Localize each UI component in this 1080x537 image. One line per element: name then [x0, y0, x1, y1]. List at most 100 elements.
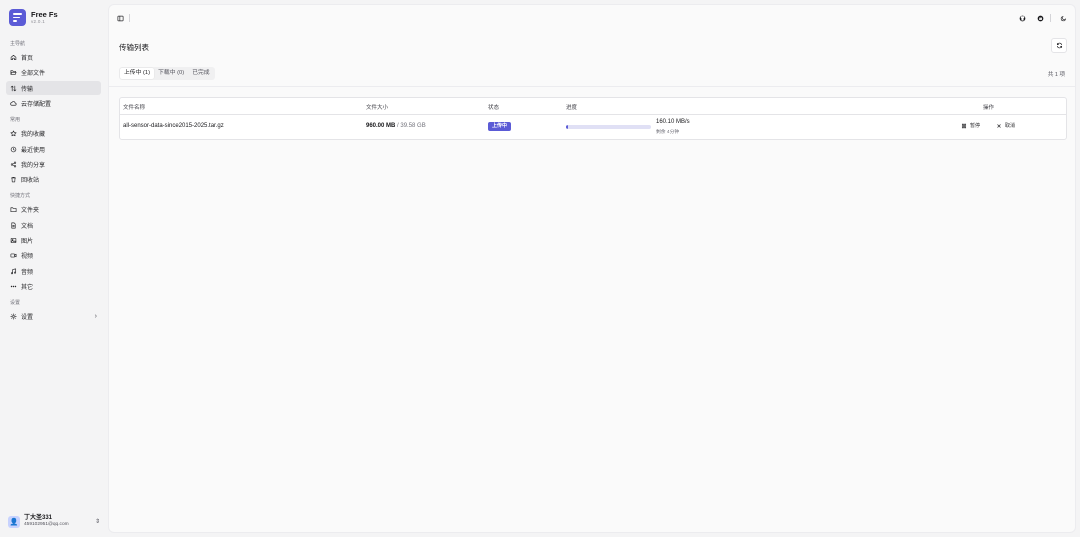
tab[interactable]: 下载中 (0) [154, 68, 188, 79]
gitee-icon [1037, 15, 1043, 21]
star-icon [10, 130, 17, 137]
sidebar-item-label: 其它 [21, 284, 34, 291]
main-panel: 传输列表 上传中 (1) 下载中 (0) 已完成 共 1 项 文件名称 文件大小 状… [108, 4, 1076, 533]
sidebar-item[interactable]: 文件夹 [6, 203, 101, 217]
sidebar-item-label: 视频 [21, 254, 34, 261]
sidebar-item-label: 首页 [21, 56, 34, 63]
nav-group-title: 常用 [10, 117, 21, 124]
folder-icon [10, 207, 17, 213]
chevrons-updown-icon: ⇕ [94, 519, 100, 525]
column-header-progress: 进度 [566, 105, 578, 111]
sidebar-item-label: 全部文件 [21, 71, 46, 78]
sidebar-item[interactable]: 我的收藏 [6, 127, 101, 141]
user-email: 459102951@qq.com [24, 522, 69, 527]
document-icon [11, 222, 16, 229]
sidebar-item-label: 文件夹 [21, 208, 40, 215]
total-size: 39.58 GB [400, 123, 426, 129]
nav-group: 设置 设置 › [6, 299, 101, 323]
sidebar-item[interactable]: 回收站 [6, 173, 101, 187]
chevron-right-icon: › [94, 313, 97, 321]
column-header-status: 状态 [488, 105, 500, 111]
divider [109, 86, 1075, 87]
brand[interactable]: Free Fs v2.0.1 [6, 8, 101, 34]
moon-icon [1060, 15, 1066, 21]
sidebar-item[interactable]: 音频 [6, 264, 101, 278]
pause-button[interactable]: 暂停 [961, 122, 980, 129]
gitee-button[interactable] [1036, 14, 1044, 22]
nav-group-title: 主导航 [10, 41, 26, 47]
sidebar-item[interactable]: 云存储配置 [6, 97, 101, 111]
nav-group-title: 设置 [10, 300, 21, 307]
sidebar-item-label: 回收站 [21, 178, 40, 185]
toolbar-divider [129, 14, 130, 22]
nav-group: 常用我的收藏最近使用我的分享回收站 [6, 116, 101, 186]
music-icon [10, 268, 17, 274]
column-header-ops: 操作 [983, 105, 995, 111]
user-menu[interactable]: 👤 丁大圣331 459102951@qq.com ⇕ [8, 515, 100, 528]
sidebar-item[interactable]: 我的分享 [6, 158, 101, 172]
sidebar-item-label: 我的收藏 [21, 132, 46, 139]
sidebar-item-label: 设置 [21, 315, 34, 322]
progress-fill [566, 125, 569, 129]
sidebar-item[interactable]: 传输 [6, 81, 101, 95]
transfer-tabs: 上传中 (1) 下载中 (0) 已完成 [119, 67, 215, 80]
more-icon [10, 285, 17, 288]
refresh-button[interactable] [1051, 38, 1067, 53]
file-size: 960.00 MB / 39.58 GB [366, 123, 426, 129]
status-badge: 上传中 [488, 122, 512, 131]
panel-left-icon [117, 15, 123, 21]
github-button[interactable] [1018, 14, 1026, 22]
clock-icon [10, 146, 17, 152]
brand-version: v2.0.1 [31, 19, 46, 24]
column-header-size: 文件大小 [366, 105, 389, 111]
nav-group: 主导航首页全部文件传输云存储配置 [6, 40, 101, 110]
column-header-name: 文件名称 [123, 105, 146, 111]
sidebar-item-label: 图片 [21, 239, 34, 246]
sidebar-item[interactable]: 最近使用 [6, 142, 101, 156]
home-icon [10, 55, 17, 61]
sidebar-item[interactable]: 图片 [6, 234, 101, 248]
tab[interactable]: 已完成 [188, 68, 213, 79]
pause-label: 暂停 [970, 123, 981, 129]
avatar: 👤 [8, 515, 20, 528]
toolbar-divider [1050, 14, 1051, 22]
github-icon [1019, 15, 1025, 21]
progress-bar [566, 125, 651, 129]
cloud-icon [10, 101, 17, 106]
sidebar-item[interactable]: 首页 [6, 51, 101, 65]
sidebar-item[interactable]: 全部文件 [6, 66, 101, 80]
sidebar-nav: 主导航 首页 全部文件 传输 云存储配置 常用 我的收藏 最近使用 我的分享 回收站 快捷方式 文件夹… [6, 40, 101, 323]
logo-icon [9, 9, 26, 26]
page-title: 传输列表 [119, 43, 149, 52]
share-icon [10, 161, 17, 168]
sidebar-item[interactable]: 其它 [6, 280, 101, 294]
sidebar-item[interactable]: 文档 [6, 218, 101, 232]
user-name: 丁大圣331 [24, 515, 53, 521]
transfer-icon [10, 85, 17, 91]
folder-open-icon [10, 70, 17, 76]
sidebar-item-label: 我的分享 [21, 162, 46, 169]
trash-icon [10, 177, 17, 183]
tab[interactable]: 上传中 (1) [120, 68, 155, 79]
sidebar-item[interactable]: 视频 [6, 249, 101, 263]
nav-group: 快捷方式 文件夹 文档 图片 视频 音频 其它 [6, 192, 101, 293]
transfer-speed: 160.10 MB/s [656, 119, 690, 125]
table-header: 文件名称 文件大小 状态 进度 操作 [120, 98, 1066, 115]
brand-name: Free Fs [31, 10, 58, 19]
theme-toggle-button[interactable] [1059, 14, 1067, 22]
app-root: Free Fs v2.0.1 主导航首页全部文件传输云存储配置常用我的收藏最近使… [0, 0, 1080, 537]
image-icon [10, 238, 17, 244]
video-icon [10, 253, 17, 258]
sidebar-item[interactable]: 设置 › [6, 310, 101, 324]
cancel-button[interactable]: 取消 [996, 122, 1015, 129]
topbar [109, 5, 1075, 31]
uploaded-size: 960.00 MB [366, 123, 396, 129]
sidebar-toggle-button[interactable] [116, 14, 124, 22]
sidebar-item-label: 云存储配置 [21, 101, 52, 108]
sidebar-item-label: 音频 [21, 269, 34, 276]
table-row: all-sensor-data-since2015-2025.tar.gz 96… [120, 115, 1066, 139]
sidebar-item-label: 文档 [21, 223, 34, 230]
gear-icon [10, 313, 17, 320]
pause-icon [961, 123, 967, 128]
file-name: all-sensor-data-since2015-2025.tar.gz [123, 123, 224, 129]
